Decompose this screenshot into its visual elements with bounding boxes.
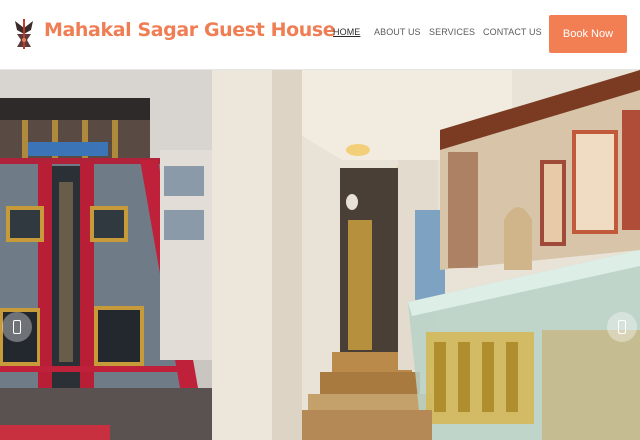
nav-about-link[interactable]: ABOUT US	[374, 27, 421, 37]
nav-home-link[interactable]: HOME	[333, 27, 360, 37]
nav-contact-link[interactable]: CONTACT US	[483, 27, 542, 37]
book-now-button[interactable]: Book Now	[549, 15, 627, 53]
main-nav: HOME ABOUT US SERVICES CONTACT US	[0, 27, 640, 41]
site-header: Mahakal Sagar Guest House HOME ABOUT US …	[0, 0, 640, 70]
reception-lobby-photo	[212, 70, 640, 440]
prev-arrow-icon[interactable]	[2, 312, 32, 342]
next-arrow-icon[interactable]	[607, 312, 637, 342]
nav-services-link[interactable]: SERVICES	[429, 27, 475, 37]
building-facade-photo	[0, 70, 212, 440]
hero-gallery	[0, 70, 640, 440]
